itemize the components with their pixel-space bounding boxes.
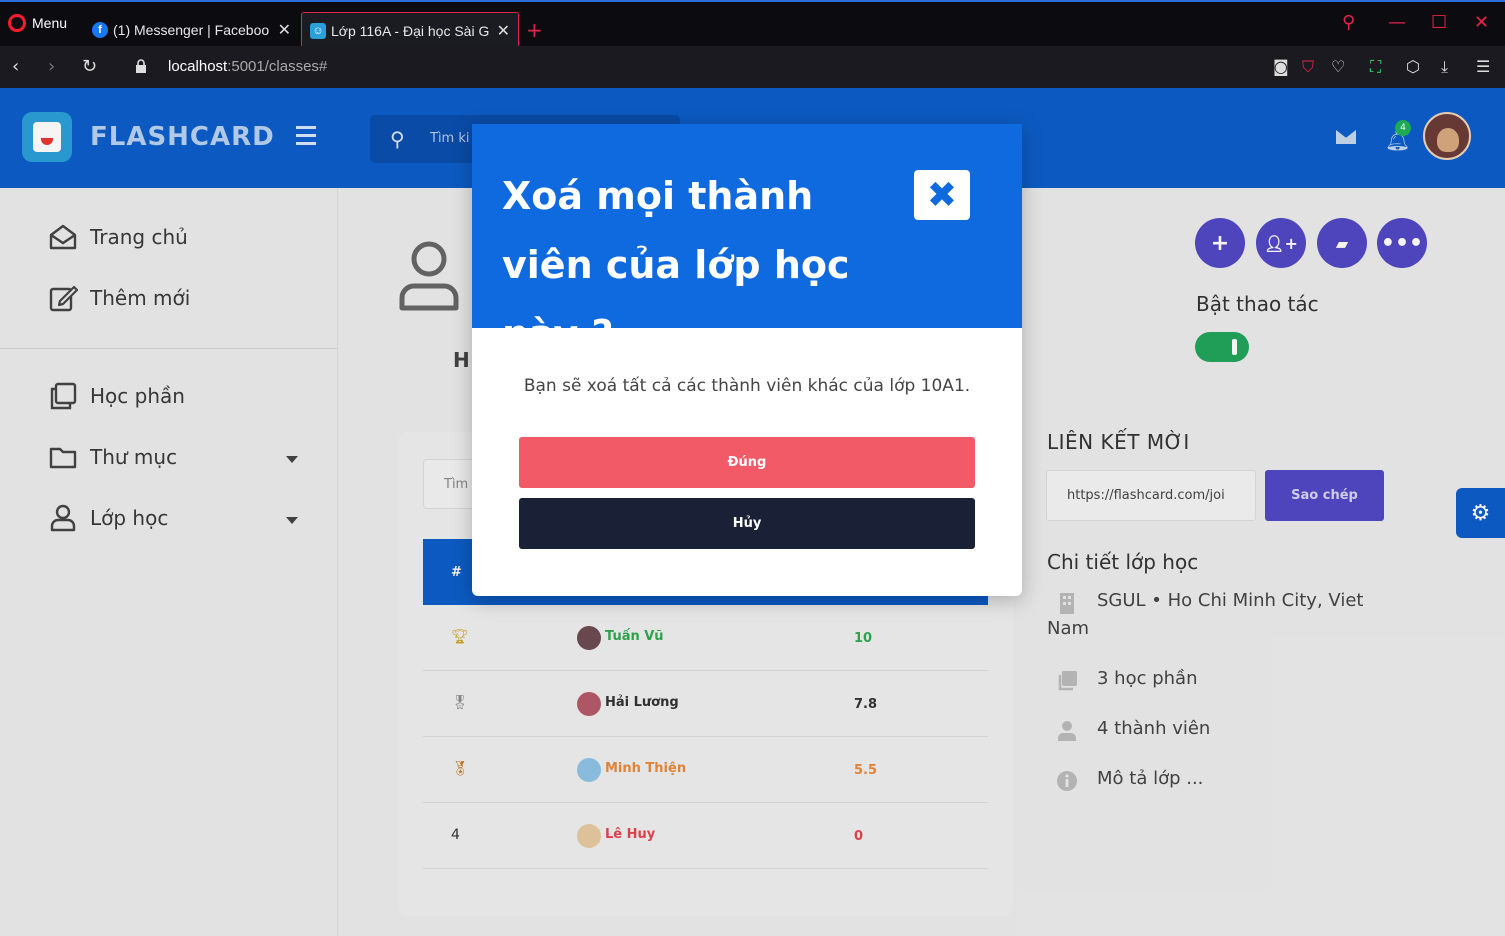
reload-icon[interactable]: ↻ [82, 56, 97, 77]
tab-flashcard[interactable]: ☺ Lớp 116A - Đại học Sài Gòn ✕ [301, 12, 519, 48]
modal-close-button[interactable]: ✖ [914, 170, 970, 220]
forward-icon[interactable]: › [48, 56, 55, 77]
back-icon[interactable]: ‹ [12, 56, 19, 77]
delete-members-modal: Xoá mọi thành viên của lớp học này ? ✖ B… [472, 124, 1022, 596]
snapshot-icon[interactable]: ⛶ [1370, 57, 1381, 77]
camera-icon[interactable]: ◙ [1273, 57, 1289, 76]
heart-icon[interactable]: ♡ [1331, 57, 1345, 76]
url-path: :5001/classes# [227, 58, 328, 75]
tab-messenger[interactable]: f (1) Messenger | Facebook ✕ [84, 12, 299, 48]
browser-tab-bar: Menu f (1) Messenger | Facebook ✕ ☺ Lớp … [0, 0, 1505, 48]
vpn-shield-icon[interactable]: ⛉ [1302, 57, 1314, 77]
close-tab-icon[interactable]: ✕ [278, 20, 291, 40]
lock-icon [136, 59, 146, 73]
maximize-icon[interactable]: ☐ [1431, 12, 1447, 33]
tab-title: (1) Messenger | Facebook [113, 22, 270, 38]
download-icon[interactable]: ⤓ [1441, 57, 1448, 77]
facebook-icon: f [92, 22, 108, 38]
address-bar: ‹ › ↻ localhost:5001/classes# ◙ ⛉ ♡ ⛶ ⬡ … [0, 46, 1505, 88]
modal-title: Xoá mọi thành viên của lớp học này ? [502, 174, 850, 356]
url-field[interactable]: localhost:5001/classes# [168, 58, 327, 75]
cube-icon[interactable]: ⬡ [1406, 57, 1420, 76]
new-tab-button[interactable]: + [526, 18, 543, 42]
easy-setup-icon[interactable]: ☰ [1476, 57, 1490, 76]
modal-header: Xoá mọi thành viên của lớp học này ? ✖ [472, 124, 1022, 356]
confirm-button[interactable]: Đúng [519, 437, 975, 488]
minimize-icon[interactable]: — [1388, 12, 1406, 33]
browser-menu-label: Menu [32, 15, 68, 31]
opera-logo-icon [8, 14, 26, 32]
modal-message: Bạn sẽ xoá tất cả các thành viên khác củ… [523, 376, 971, 396]
cancel-button[interactable]: Hủy [519, 498, 975, 549]
flashcard-favicon: ☺ [310, 22, 326, 39]
close-window-icon[interactable]: ✕ [1474, 12, 1489, 33]
close-tab-icon[interactable]: ✕ [497, 21, 510, 41]
search-tabs-icon[interactable]: ⚲ [1342, 12, 1355, 33]
tab-title: Lớp 116A - Đại học Sài Gòn [331, 22, 489, 39]
url-host: localhost [168, 58, 228, 75]
browser-menu-button[interactable]: Menu [8, 14, 67, 32]
close-icon: ✖ [926, 174, 958, 216]
